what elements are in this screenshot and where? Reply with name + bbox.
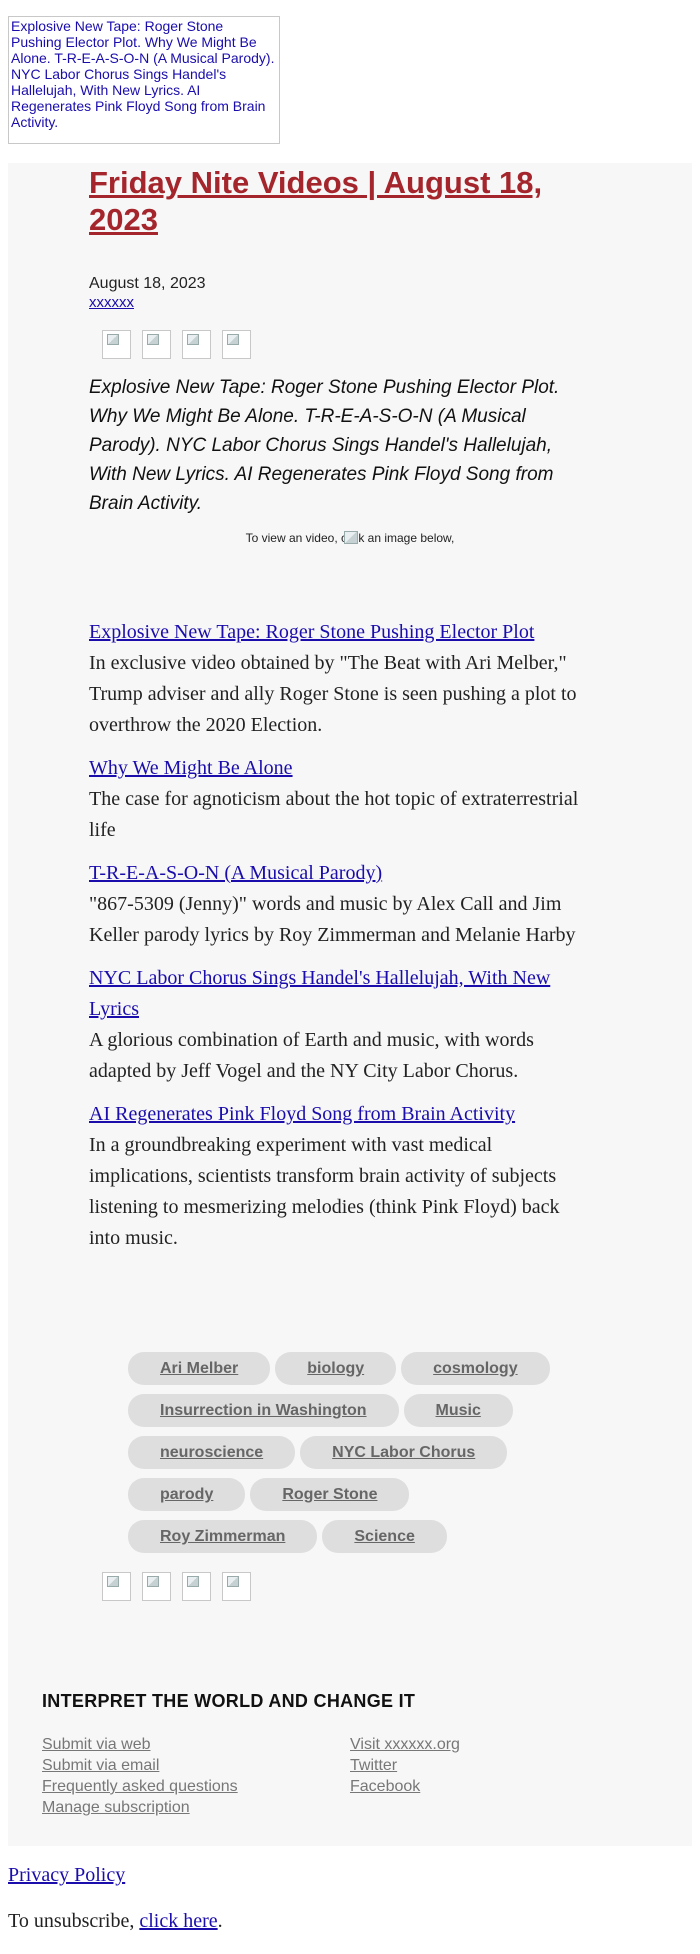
unsubscribe-line: To unsubscribe, click here. [8,1910,223,1933]
video-item: Why We Might Be Alone The case for agnot… [89,753,595,846]
video-item: Explosive New Tape: Roger Stone Pushing … [89,617,595,741]
tag-nyc-labor-chorus[interactable]: NYC Labor Chorus [300,1436,508,1469]
footer-heading: INTERPRET THE WORLD AND CHANGE IT [42,1691,416,1711]
manage-subscription-link[interactable]: Manage subscription [42,1797,238,1818]
faq-link[interactable]: Frequently asked questions [42,1776,238,1797]
article-author-link[interactable]: xxxxxx [89,294,595,311]
video-description: In exclusive video obtained by "The Beat… [89,652,577,736]
tag-science[interactable]: Science [322,1520,447,1553]
video-title-link[interactable]: AI Regenerates Pink Floyd Song from Brai… [89,1099,595,1130]
share-icons-bottom [102,1572,251,1601]
share-icon[interactable] [182,1572,211,1601]
tag-music[interactable]: Music [403,1394,513,1427]
footer-links-left: Submit via web Submit via email Frequent… [42,1734,238,1818]
video-description: The case for agnoticism about the hot to… [89,788,579,841]
share-icon[interactable] [102,330,131,359]
video-list: Explosive New Tape: Roger Stone Pushing … [89,617,595,1266]
tag-list: Ari Melber biology cosmology Insurrectio… [128,1352,568,1553]
video-item: AI Regenerates Pink Floyd Song from Brai… [89,1099,595,1254]
share-icon[interactable] [142,330,171,359]
tag-parody[interactable]: parody [128,1478,246,1511]
video-title-link[interactable]: Explosive New Tape: Roger Stone Pushing … [89,617,595,648]
share-icon[interactable] [222,1572,251,1601]
share-icon[interactable] [182,330,211,359]
video-description: In a groundbreaking experiment with vast… [89,1134,560,1249]
tag-biology[interactable]: biology [275,1352,397,1385]
video-item: NYC Labor Chorus Sings Handel's Halleluj… [89,963,595,1087]
visit-site-link[interactable]: Visit xxxxxx.org [350,1734,460,1755]
video-title-link[interactable]: T-R-E-A-S-O-N (A Musical Parody) [89,858,595,889]
unsubscribe-link[interactable]: click here [139,1910,217,1932]
tag-roy-zimmerman[interactable]: Roy Zimmerman [128,1520,318,1553]
tag-roger-stone[interactable]: Roger Stone [250,1478,410,1511]
video-item: T-R-E-A-S-O-N (A Musical Parody) "867-53… [89,858,595,951]
article-title[interactable]: Friday Nite Videos | August 18, 2023 [89,164,595,238]
share-icon[interactable] [102,1572,131,1601]
facebook-link[interactable]: Facebook [350,1776,460,1797]
footer-links-right: Visit xxxxxx.org Twitter Facebook [350,1734,460,1797]
video-description: "867-5309 (Jenny)" words and music by Al… [89,893,576,946]
share-icon[interactable] [142,1572,171,1601]
tag-neuroscience[interactable]: neuroscience [128,1436,296,1469]
tag-insurrection-in-washington[interactable]: Insurrection in Washington [128,1394,399,1427]
share-icons-top [102,330,251,359]
article-date: August 18, 2023 [89,275,206,292]
video-image-placeholder-icon[interactable] [344,531,358,544]
unsubscribe-prefix: To unsubscribe, [8,1910,140,1932]
twitter-link[interactable]: Twitter [350,1755,460,1776]
video-description: A glorious combination of Earth and musi… [89,1029,534,1082]
header-banner-image[interactable]: Explosive New Tape: Roger Stone Pushing … [8,16,280,144]
tag-cosmology[interactable]: cosmology [401,1352,550,1385]
submit-via-web-link[interactable]: Submit via web [42,1734,238,1755]
video-title-link[interactable]: NYC Labor Chorus Sings Handel's Halleluj… [89,963,595,1025]
privacy-policy-link[interactable]: Privacy Policy [8,1864,125,1887]
submit-via-email-link[interactable]: Submit via email [42,1755,238,1776]
article-intro: Explosive New Tape: Roger Stone Pushing … [89,377,560,514]
tag-ari-melber[interactable]: Ari Melber [128,1352,271,1385]
share-icon[interactable] [222,330,251,359]
video-title-link[interactable]: Why We Might Be Alone [89,753,595,784]
unsubscribe-suffix: . [217,1910,223,1932]
